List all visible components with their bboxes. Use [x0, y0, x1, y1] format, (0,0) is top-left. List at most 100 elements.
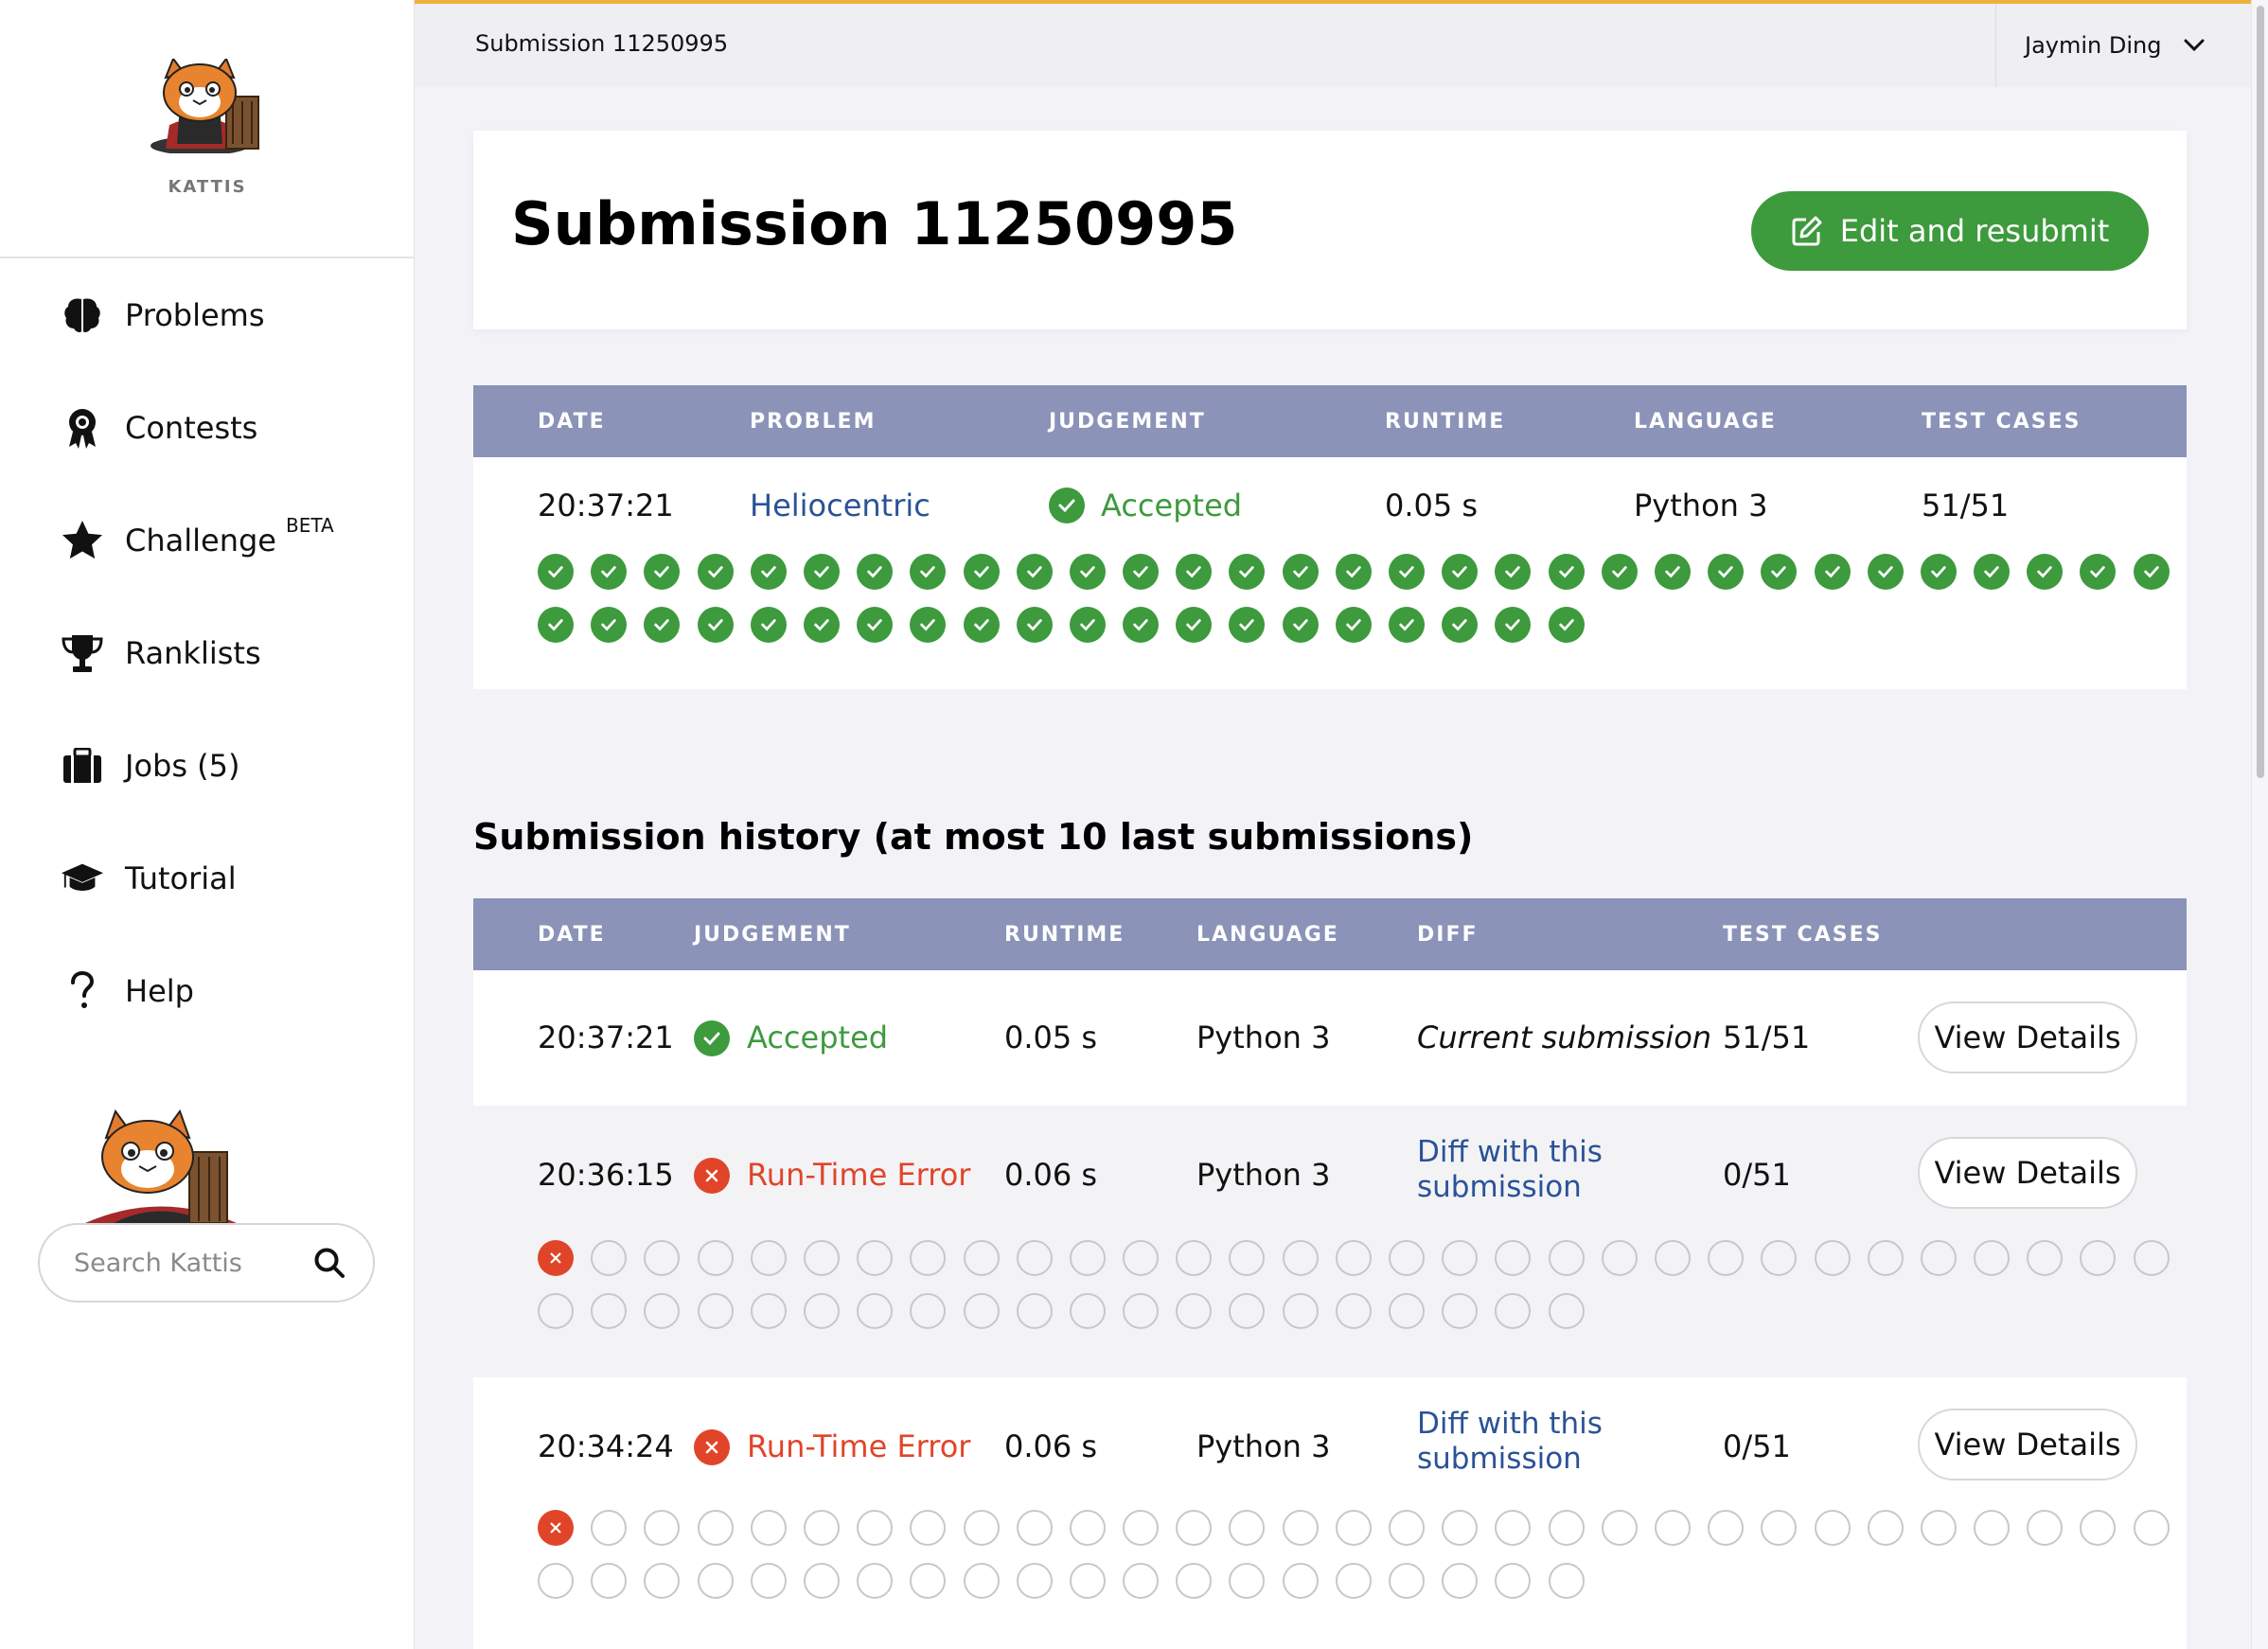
- user-menu[interactable]: Jaymin Ding: [1995, 4, 2251, 87]
- test-not-run-icon: [1761, 1510, 1798, 1546]
- test-not-run-icon: [750, 1293, 787, 1329]
- test-pass-icon: [1016, 607, 1053, 643]
- test-not-run-icon: [1601, 1240, 1638, 1276]
- test-not-run-icon: [910, 1510, 947, 1546]
- test-not-run-icon: [750, 1510, 787, 1546]
- top-bar: Submission 11250995 Jaymin Ding: [415, 0, 2251, 87]
- diff-with-submission-link[interactable]: Diff with this submission: [1417, 1407, 1603, 1477]
- diff-link-line2: submission: [1417, 1442, 1582, 1476]
- question-icon: [61, 969, 104, 1013]
- test-pass-icon: [2080, 554, 2117, 590]
- test-not-run-icon: [644, 1240, 681, 1276]
- page-title: Submission 11250995: [511, 189, 1238, 258]
- view-details-button[interactable]: View Details: [1918, 1137, 2137, 1209]
- test-pass-icon: [1814, 554, 1851, 590]
- test-not-run-icon: [1335, 1510, 1372, 1546]
- test-not-run-icon: [1176, 1240, 1213, 1276]
- test-not-run-icon: [857, 1293, 894, 1329]
- test-not-run-icon: [538, 1293, 574, 1329]
- test-not-run-icon: [1867, 1510, 1904, 1546]
- nav-item-tutorial[interactable]: Tutorial: [0, 822, 415, 934]
- test-not-run-icon: [1389, 1240, 1425, 1276]
- test-pass-icon: [1282, 607, 1319, 643]
- problem-link[interactable]: Heliocentric: [750, 488, 930, 523]
- nav-item-problems[interactable]: Problems: [0, 258, 415, 371]
- test-pass-icon: [2027, 554, 2064, 590]
- nav-label-help: Help: [125, 972, 194, 1009]
- test-not-run-icon: [803, 1293, 840, 1329]
- view-details-button[interactable]: View Details: [1918, 1409, 2137, 1481]
- history-header-date: DATE: [538, 923, 606, 947]
- test-not-run-icon: [750, 1563, 787, 1599]
- test-not-run-icon: [1016, 1240, 1053, 1276]
- test-pass-icon: [1176, 554, 1213, 590]
- diff-with-submission-link[interactable]: Diff with this submission: [1417, 1135, 1603, 1205]
- history-header-diff: DIFF: [1417, 923, 1479, 947]
- kattis-logo[interactable]: [141, 59, 274, 153]
- test-not-run-icon: [1442, 1240, 1479, 1276]
- history-test-cases: 51/51: [1723, 1020, 1811, 1055]
- test-not-run-icon: [1069, 1240, 1106, 1276]
- test-not-run-icon: [591, 1510, 628, 1546]
- test-pass-icon: [1548, 607, 1585, 643]
- history-judgement: Run-Time Error: [747, 1428, 971, 1464]
- history-judgement: Run-Time Error: [747, 1157, 971, 1193]
- breadcrumb: Submission 11250995: [475, 30, 729, 57]
- test-not-run-icon: [1495, 1293, 1532, 1329]
- test-pass-icon: [697, 554, 734, 590]
- test-pass-icon: [1069, 554, 1106, 590]
- search-input[interactable]: [74, 1248, 310, 1278]
- test-not-run-icon: [1442, 1293, 1479, 1329]
- test-not-run-icon: [963, 1240, 1000, 1276]
- nav-item-challenge[interactable]: Challenge BETA: [0, 484, 415, 596]
- history-test-cases: 0/51: [1723, 1428, 1791, 1464]
- test-not-run-icon: [1335, 1240, 1372, 1276]
- history-language: Python 3: [1196, 1157, 1331, 1193]
- test-pass-icon: [1335, 607, 1372, 643]
- test-pass-icon: [538, 554, 574, 590]
- brain-icon: [61, 293, 104, 337]
- test-not-run-icon: [910, 1293, 947, 1329]
- test-not-run-icon: [1229, 1240, 1266, 1276]
- test-pass-icon: [1335, 554, 1372, 590]
- test-not-run-icon: [1069, 1293, 1106, 1329]
- test-not-run-icon: [1920, 1240, 1957, 1276]
- test-pass-icon: [1123, 554, 1160, 590]
- test-not-run-icon: [1867, 1240, 1904, 1276]
- test-pass-icon: [1654, 554, 1691, 590]
- view-details-button[interactable]: View Details: [1918, 1002, 2137, 1073]
- test-not-run-icon: [963, 1563, 1000, 1599]
- test-not-run-icon: [2027, 1510, 2064, 1546]
- nav-item-contests[interactable]: Contests: [0, 371, 415, 484]
- test-not-run-icon: [1016, 1293, 1053, 1329]
- test-pass-icon: [1708, 554, 1745, 590]
- nav-item-help[interactable]: Help: [0, 934, 415, 1047]
- history-table-header: DATE JUDGEMENT RUNTIME LANGUAGE DIFF TES…: [473, 898, 2187, 970]
- test-not-run-icon: [644, 1293, 681, 1329]
- trophy-icon: [61, 631, 104, 675]
- test-pass-icon: [697, 607, 734, 643]
- scrollbar-thumb[interactable]: [2257, 6, 2264, 778]
- header-test-cases: TEST CASES: [1922, 410, 2082, 434]
- check-circle-icon: [1049, 488, 1085, 523]
- nav-label-problems: Problems: [125, 296, 265, 333]
- test-not-run-icon: [644, 1510, 681, 1546]
- nav-label-jobs: Jobs (5): [125, 747, 240, 784]
- submission-table-header: DATE PROBLEM JUDGEMENT RUNTIME LANGUAGE …: [473, 385, 2187, 457]
- test-not-run-icon: [2080, 1510, 2117, 1546]
- nav-item-ranklists[interactable]: Ranklists: [0, 596, 415, 709]
- submission-row: 20:37:21 Heliocentric Accepted 0.05 s Py…: [473, 457, 2187, 689]
- test-pass-icon: [1442, 554, 1479, 590]
- test-not-run-icon: [963, 1293, 1000, 1329]
- test-pass-icon: [963, 554, 1000, 590]
- nav-item-jobs[interactable]: Jobs (5): [0, 709, 415, 822]
- test-not-run-icon: [1282, 1510, 1319, 1546]
- edit-and-resubmit-label: Edit and resubmit: [1839, 213, 2110, 249]
- test-pass-icon: [910, 607, 947, 643]
- brand[interactable]: KATTIS: [0, 0, 415, 258]
- search-icon[interactable]: [310, 1244, 348, 1282]
- test-not-run-icon: [1176, 1510, 1213, 1546]
- test-pass-icon: [750, 607, 787, 643]
- test-not-run-icon: [1654, 1240, 1691, 1276]
- edit-and-resubmit-button[interactable]: Edit and resubmit: [1751, 191, 2149, 271]
